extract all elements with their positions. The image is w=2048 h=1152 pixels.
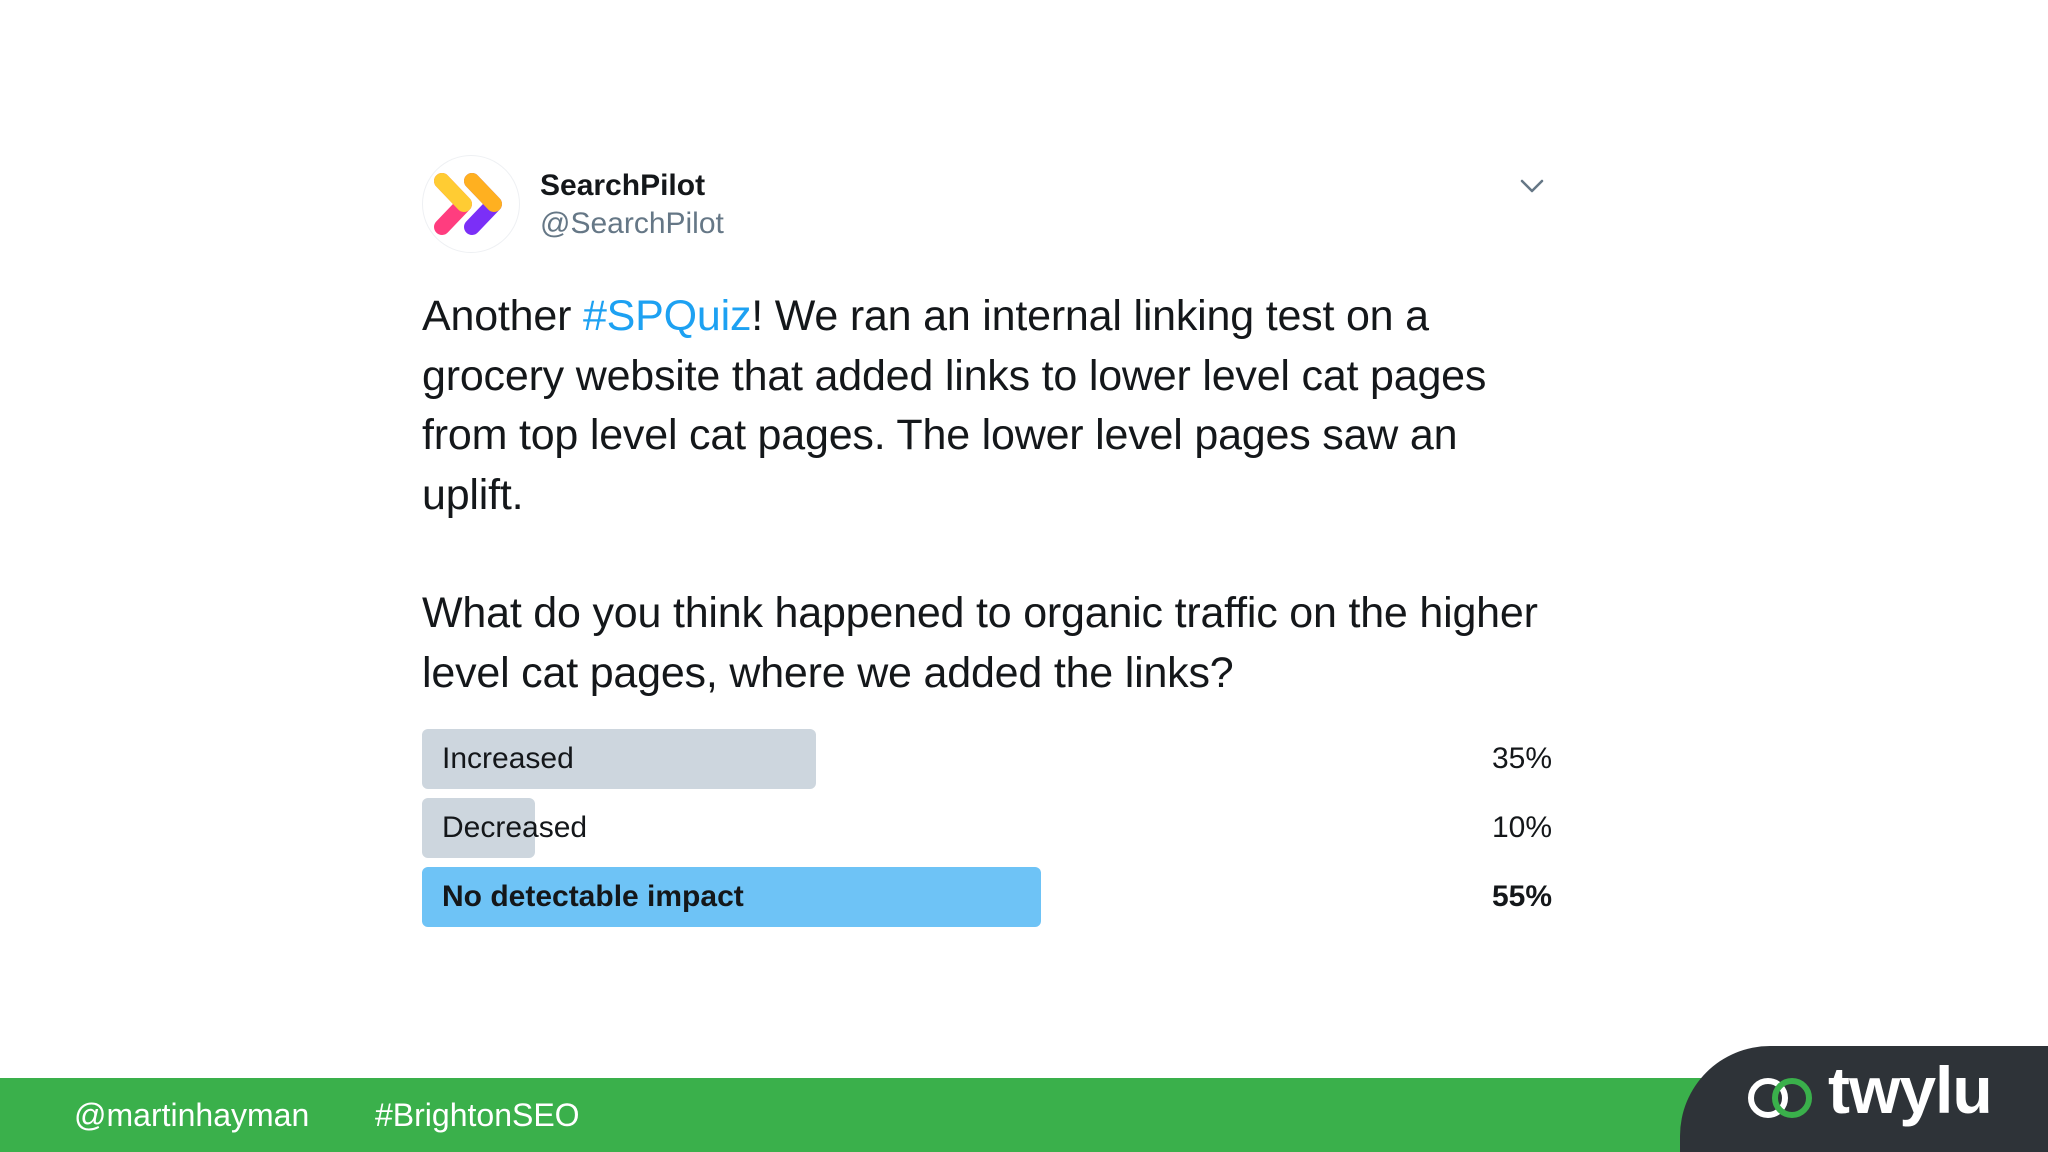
chevron-down-icon[interactable] [1512, 171, 1552, 201]
brand-logo: twylu [1680, 1046, 2048, 1152]
hashtag-link[interactable]: #SPQuiz [583, 292, 751, 340]
tweet-body: Another #SPQuiz! We ran an internal link… [422, 287, 1552, 703]
brand-wordmark: twylu [1828, 1053, 1993, 1127]
author-name[interactable]: SearchPilot [540, 169, 705, 203]
poll-option[interactable]: Decreased 10% [422, 798, 1552, 858]
poll-option-label: Decreased [442, 811, 588, 844]
twylu-link-icon [1748, 1078, 1812, 1118]
tweet-text-lead: Another [422, 292, 583, 340]
footer-twitter-handle: @martinhayman [74, 1097, 310, 1133]
footer-hashtag: #BrightonSEO [375, 1097, 580, 1133]
poll-option-label: Increased [442, 742, 574, 775]
tweet-card: SearchPilot @SearchPilot Another #SPQuiz… [422, 155, 1552, 936]
poll-option-label: No detectable impact [442, 880, 744, 913]
poll-option[interactable]: Increased 35% [422, 729, 1552, 789]
poll-option-percent: 10% [1491, 811, 1552, 844]
searchpilot-logo-icon[interactable] [422, 155, 520, 253]
tweet-header: SearchPilot @SearchPilot [422, 155, 1552, 265]
slide: SearchPilot @SearchPilot Another #SPQuiz… [0, 0, 2048, 1152]
poll: Increased 35% Decreased 10% No detectabl… [422, 729, 1552, 927]
tweet-question: What do you think happened to organic tr… [422, 589, 1538, 697]
tweet-paragraph: Another #SPQuiz! We ran an internal link… [422, 287, 1552, 525]
poll-option-percent: 55% [1491, 880, 1552, 913]
author-handle[interactable]: @SearchPilot [540, 207, 724, 241]
poll-option-percent: 35% [1491, 742, 1552, 775]
poll-option[interactable]: No detectable impact 55% [422, 867, 1552, 927]
